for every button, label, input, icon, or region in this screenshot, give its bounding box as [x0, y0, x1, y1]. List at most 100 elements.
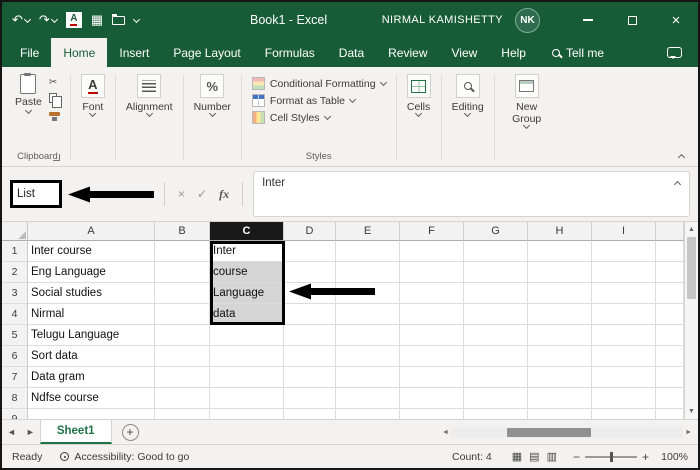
cell-G3[interactable] [464, 283, 528, 304]
cell-D6[interactable] [284, 346, 336, 367]
cell-C4[interactable]: data [210, 304, 284, 325]
accessibility-status[interactable]: Accessibility: Good to go [60, 451, 189, 463]
format-painter-button[interactable] [49, 108, 60, 120]
row-header-2[interactable]: 2 [2, 262, 28, 283]
cell-6-partial[interactable] [656, 346, 684, 367]
row-header-1[interactable]: 1 [2, 241, 28, 262]
column-header-C[interactable]: C [210, 222, 284, 241]
sheet-nav-right[interactable]: ► [21, 420, 40, 444]
column-header-G[interactable]: G [464, 222, 528, 241]
cell-I4[interactable] [592, 304, 656, 325]
row-header-5[interactable]: 5 [2, 325, 28, 346]
cell-styles-button[interactable]: Cell Styles [252, 109, 330, 126]
row-header-6[interactable]: 6 [2, 346, 28, 367]
column-header-D[interactable]: D [284, 222, 336, 241]
editing-group-button[interactable]: Editing [445, 72, 491, 166]
cell-E6[interactable] [336, 346, 400, 367]
maximize-button[interactable] [610, 2, 654, 38]
cell-D1[interactable] [284, 241, 336, 262]
cell-H2[interactable] [528, 262, 592, 283]
status-count[interactable]: Count: 4 [452, 451, 492, 463]
cell-H1[interactable] [528, 241, 592, 262]
cell-I1[interactable] [592, 241, 656, 262]
cell-H5[interactable] [528, 325, 592, 346]
cell-F8[interactable] [400, 388, 464, 409]
cell-C8[interactable] [210, 388, 284, 409]
collapse-ribbon-button[interactable] [678, 154, 685, 161]
cell-A1[interactable]: Inter course [28, 241, 155, 262]
cell-H4[interactable] [528, 304, 592, 325]
minimize-button[interactable] [566, 2, 610, 38]
cell-A5[interactable]: Telugu Language [28, 325, 155, 346]
cell-B7[interactable] [155, 367, 210, 388]
scroll-up-icon[interactable]: ▲ [686, 224, 697, 235]
cell-C3[interactable]: Language [210, 283, 284, 304]
cell-D4[interactable] [284, 304, 336, 325]
tab-formulas[interactable]: Formulas [253, 38, 327, 67]
cell-A9[interactable] [28, 409, 155, 419]
conditional-formatting-button[interactable]: Conditional Formatting [252, 75, 386, 92]
tab-home[interactable]: Home [51, 38, 107, 67]
cell-G2[interactable] [464, 262, 528, 283]
cell-G7[interactable] [464, 367, 528, 388]
new-group-button[interactable]: New Group [498, 72, 556, 166]
avatar[interactable]: NK [515, 8, 540, 33]
tell-me[interactable]: Tell me [552, 38, 604, 67]
page-break-view-button[interactable]: ▥ [547, 450, 557, 463]
column-header-H[interactable]: H [528, 222, 592, 241]
cell-9-partial[interactable] [656, 409, 684, 419]
cell-A2[interactable]: Eng Language [28, 262, 155, 283]
cell-A7[interactable]: Data gram [28, 367, 155, 388]
cell-D7[interactable] [284, 367, 336, 388]
cell-G1[interactable] [464, 241, 528, 262]
cell-F1[interactable] [400, 241, 464, 262]
cell-F4[interactable] [400, 304, 464, 325]
underline-a-icon[interactable]: A [66, 12, 82, 28]
scroll-left-icon[interactable]: ◄ [440, 427, 451, 438]
row-header-8[interactable]: 8 [2, 388, 28, 409]
cells-group-button[interactable]: Cells [400, 72, 438, 166]
cell-H7[interactable] [528, 367, 592, 388]
cell-I8[interactable] [592, 388, 656, 409]
cell-B3[interactable] [155, 283, 210, 304]
copy-button[interactable] [49, 92, 60, 104]
normal-view-button[interactable]: ▦ [512, 450, 522, 463]
cell-I9[interactable] [592, 409, 656, 419]
cell-A6[interactable]: Sort data [28, 346, 155, 367]
tab-insert[interactable]: Insert [107, 38, 161, 67]
zoom-in-button[interactable]: + [642, 450, 649, 464]
vertical-scroll-thumb[interactable] [687, 237, 696, 299]
cell-I6[interactable] [592, 346, 656, 367]
tab-file[interactable]: File [8, 38, 51, 67]
tab-view[interactable]: View [440, 38, 490, 67]
cell-F6[interactable] [400, 346, 464, 367]
cell-B6[interactable] [155, 346, 210, 367]
cell-A8[interactable]: Ndfse course [28, 388, 155, 409]
cell-E1[interactable] [336, 241, 400, 262]
font-group-button[interactable]: A Font [74, 72, 112, 166]
zoom-slider[interactable] [585, 456, 637, 458]
cell-G8[interactable] [464, 388, 528, 409]
cell-C6[interactable] [210, 346, 284, 367]
vertical-scrollbar[interactable]: ▲ ▼ [684, 222, 698, 419]
row-header-3[interactable]: 3 [2, 283, 28, 304]
cell-H3[interactable] [528, 283, 592, 304]
alignment-group-button[interactable]: Alignment [119, 72, 180, 166]
redo-button[interactable]: ↷ [39, 12, 57, 28]
sheet-tab-sheet1[interactable]: Sheet1 [40, 420, 112, 444]
insert-function-button[interactable]: fx [216, 187, 232, 202]
cell-G4[interactable] [464, 304, 528, 325]
cell-A4[interactable]: Nirmal [28, 304, 155, 325]
collapse-formula-bar-button[interactable] [674, 181, 681, 188]
cell-I5[interactable] [592, 325, 656, 346]
cell-I3[interactable] [592, 283, 656, 304]
new-sheet-button[interactable]: + [122, 424, 139, 441]
tab-help[interactable]: Help [489, 38, 538, 67]
paste-button[interactable]: Paste [15, 74, 42, 120]
column-header-A[interactable]: A [28, 222, 155, 241]
cell-3-partial[interactable] [656, 283, 684, 304]
cell-D5[interactable] [284, 325, 336, 346]
cell-2-partial[interactable] [656, 262, 684, 283]
tab-review[interactable]: Review [376, 38, 439, 67]
account-name[interactable]: NIRMAL KAMISHETTY [382, 14, 503, 26]
